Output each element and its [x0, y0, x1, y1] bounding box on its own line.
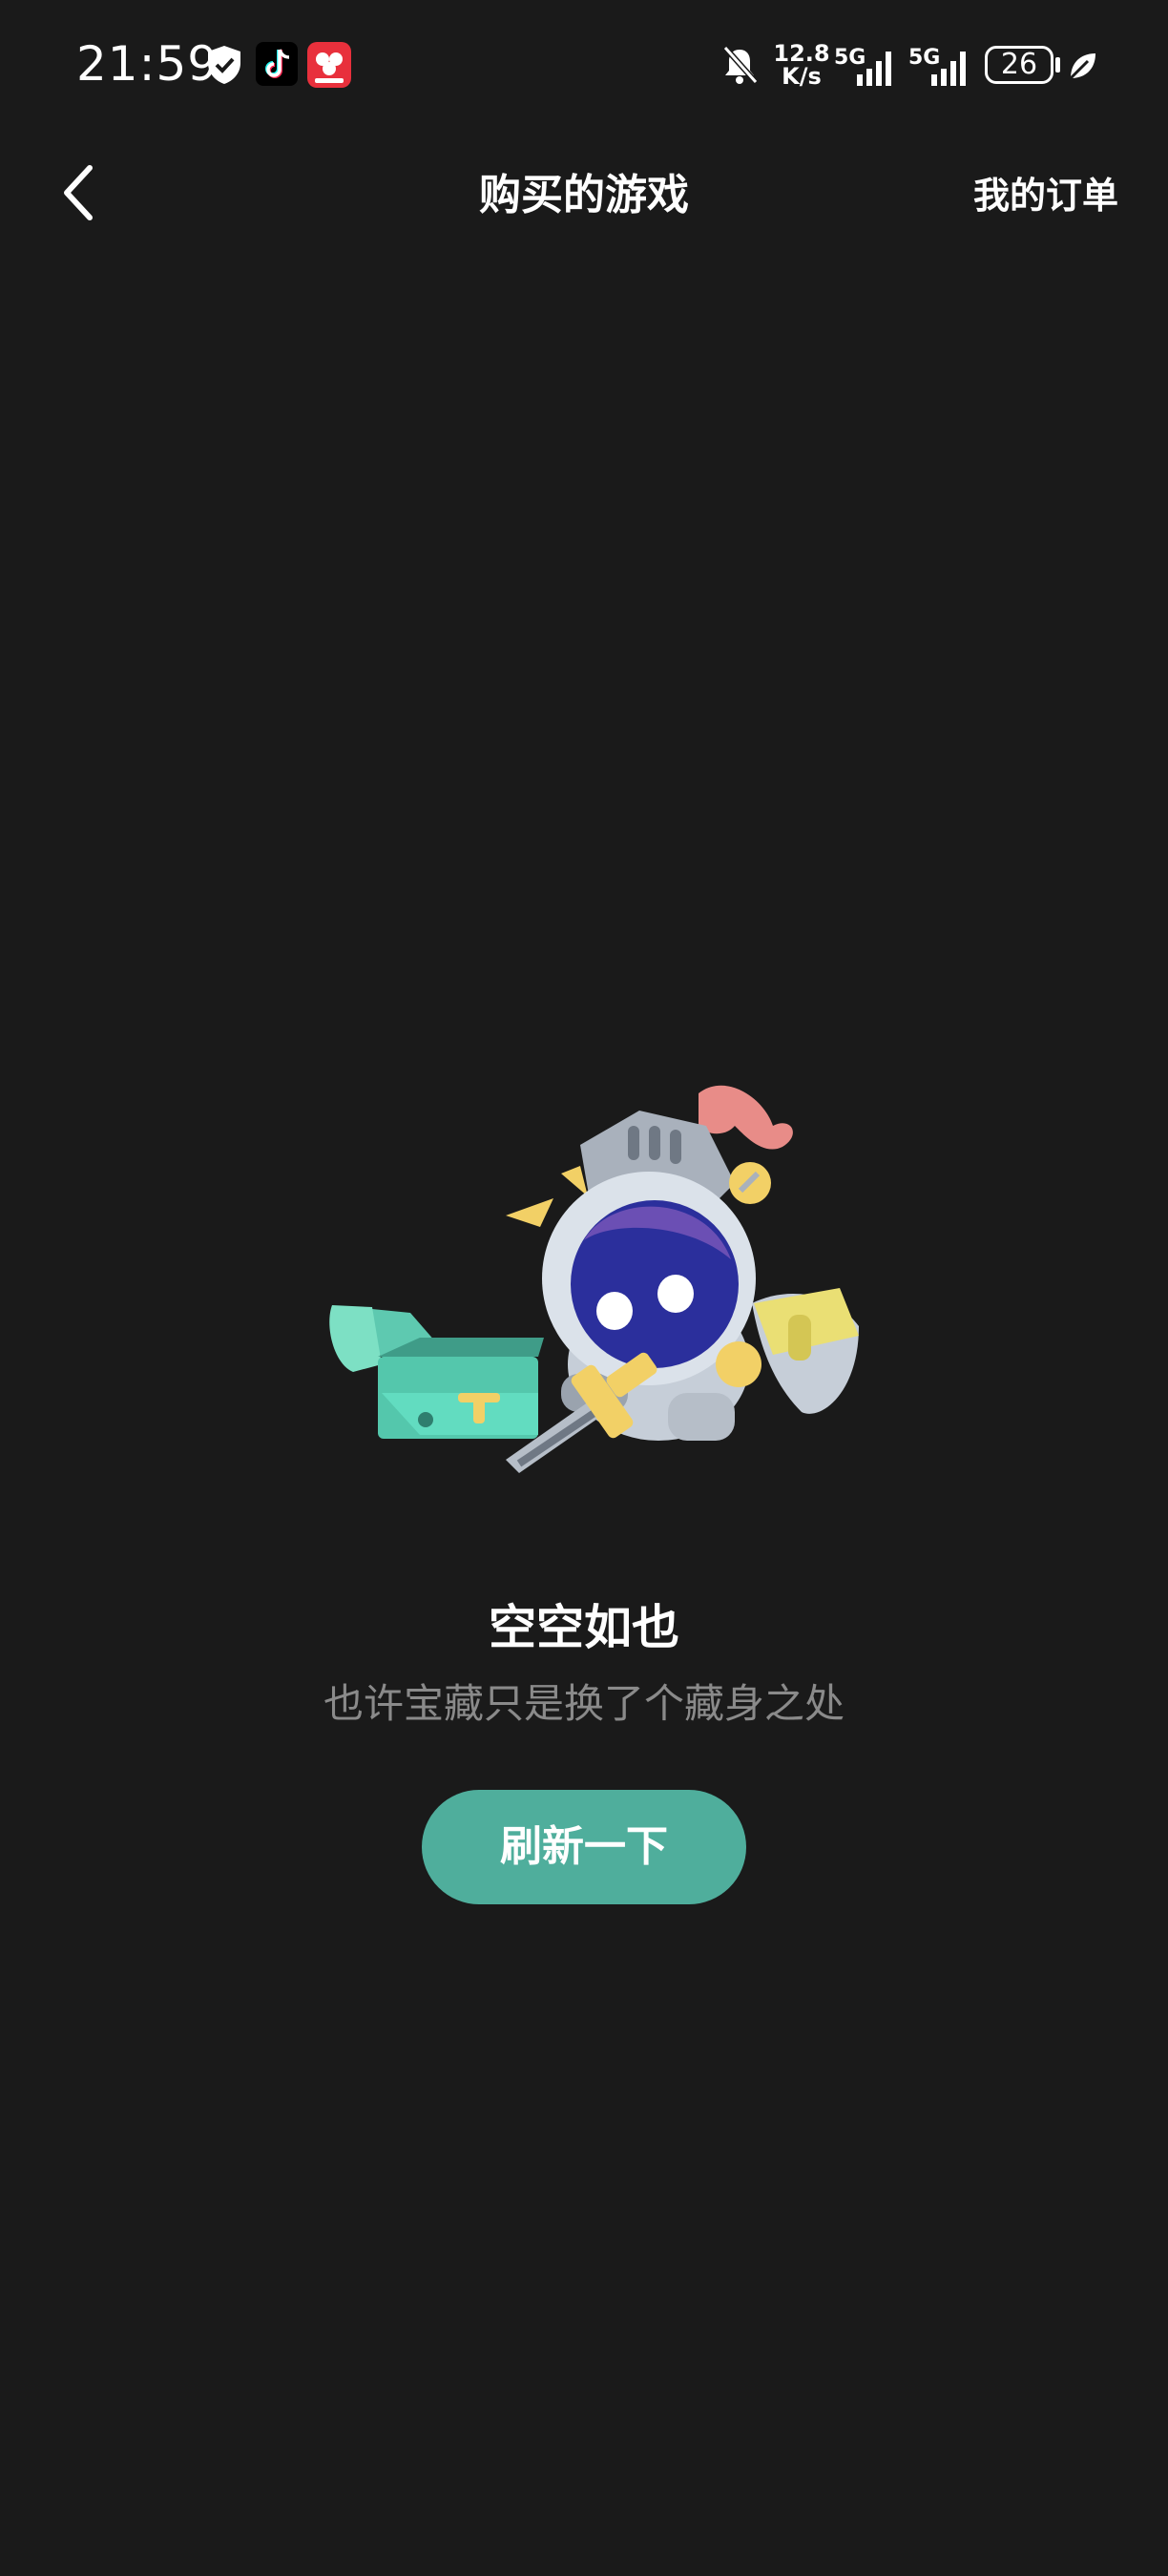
empty-state-title: 空空如也: [489, 1600, 679, 1655]
network-speed-unit: K/s: [782, 63, 822, 90]
signal-icon: [931, 52, 966, 86]
bell-mute-icon: [722, 46, 759, 84]
signal-icon: [857, 52, 891, 86]
battery-icon: 26: [985, 46, 1053, 84]
empty-state-subtitle: 也许宝藏只是换了个藏身之处: [323, 1680, 845, 1727]
status-time: 21:59: [76, 36, 219, 92]
battery-tip: [1055, 57, 1060, 73]
leaf-icon: [1069, 53, 1095, 80]
status-bar: 21:59 12.8 K/s 5G 5G 26: [0, 0, 1168, 134]
refresh-button[interactable]: 刷新一下: [422, 1790, 746, 1904]
network-speed: 12.8 K/s: [771, 42, 832, 88]
empty-state-illustration: [329, 1085, 859, 1473]
treasure-chest-icon: [329, 1305, 544, 1439]
app-badge-icon: [307, 42, 351, 88]
shield-check-icon: [208, 46, 240, 84]
navigation-bar: 购买的游戏 我的订单: [0, 134, 1168, 248]
network-speed-value: 12.8: [773, 40, 830, 67]
my-orders-link[interactable]: 我的订单: [973, 166, 1118, 218]
tiktok-icon: [256, 42, 298, 86]
